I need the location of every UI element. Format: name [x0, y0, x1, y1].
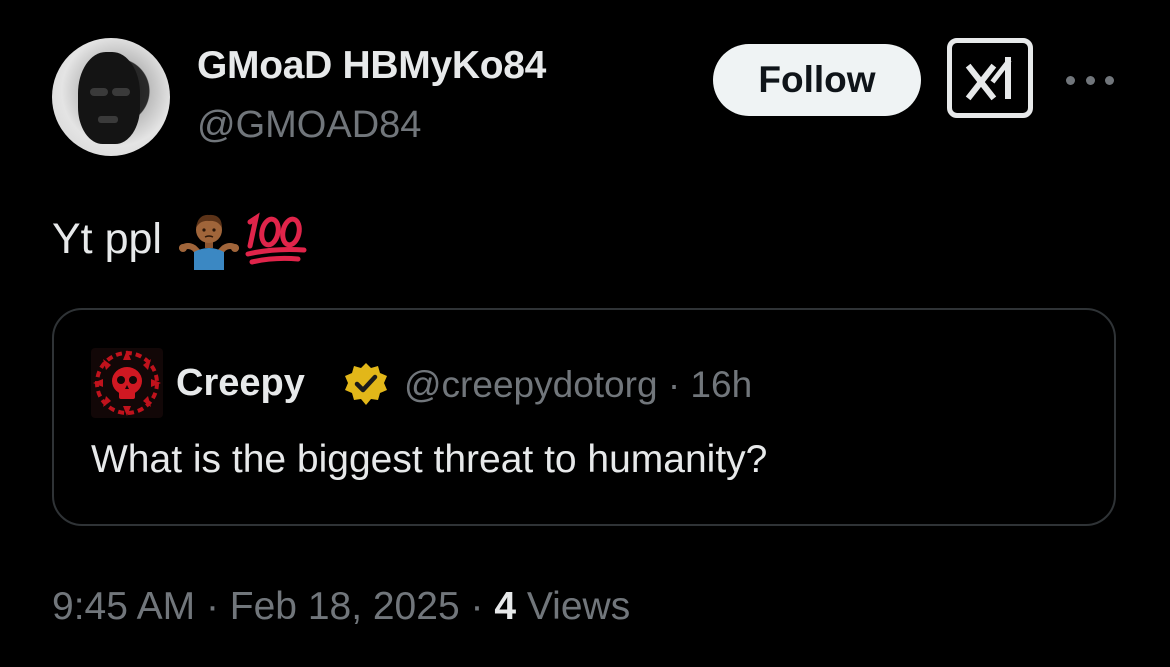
- more-icon: [1066, 75, 1075, 85]
- verified-badge-icon: [345, 363, 387, 405]
- author-display-name[interactable]: GMoaD HBMyKo84: [197, 44, 546, 88]
- avatar-mouth: [98, 116, 118, 123]
- tweet-detail: GMoaD HBMyKo84 @GMOAD84 Follow Yt ppl Cr…: [0, 0, 1170, 667]
- footer-separator: ·: [470, 585, 484, 628]
- quoted-tweet-age[interactable]: 16h: [690, 364, 752, 405]
- grok-button[interactable]: [947, 38, 1033, 118]
- tweet-date[interactable]: Feb 18, 2025: [230, 585, 460, 628]
- quoted-tweet-meta: @creepydotorg · 16h: [404, 364, 752, 406]
- follow-button[interactable]: Follow: [713, 44, 921, 116]
- more-icon-dot: [1085, 75, 1095, 85]
- tweet-time[interactable]: 9:45 AM: [52, 585, 195, 628]
- shrug-emoji: [178, 214, 239, 270]
- views-label: Views: [526, 585, 631, 628]
- ski-mask-figure: [78, 52, 140, 144]
- grok-icon: [965, 57, 1012, 101]
- quoted-author-handle[interactable]: @creepydotorg: [404, 364, 658, 405]
- meta-separator: ·: [667, 364, 681, 405]
- tweet-footer-meta: 9:45 AM · Feb 18, 2025 · 4 Views: [52, 585, 630, 629]
- author-avatar[interactable]: [52, 38, 170, 156]
- hundred-points-emoji: [245, 212, 307, 265]
- author-handle[interactable]: @GMOAD84: [197, 104, 421, 147]
- more-options-button[interactable]: [1066, 60, 1114, 100]
- footer-separator: ·: [205, 585, 219, 628]
- quoted-author-avatar[interactable]: [91, 348, 163, 418]
- tweet-text: Yt ppl: [52, 214, 162, 263]
- views-count: 4: [494, 585, 517, 628]
- skull-logo-icon: [93, 350, 161, 416]
- quoted-author-name[interactable]: Creepy: [176, 362, 305, 405]
- quoted-tweet-text: What is the biggest threat to humanity?: [91, 438, 768, 481]
- quoted-tweet-card[interactable]: Creepy @creepydotorg · 16h What is the b…: [52, 308, 1116, 526]
- avatar-eye-right: [112, 88, 130, 96]
- avatar-eye-left: [90, 88, 108, 96]
- more-icon-dot: [1105, 75, 1114, 85]
- tweet-body: Yt ppl: [52, 208, 308, 270]
